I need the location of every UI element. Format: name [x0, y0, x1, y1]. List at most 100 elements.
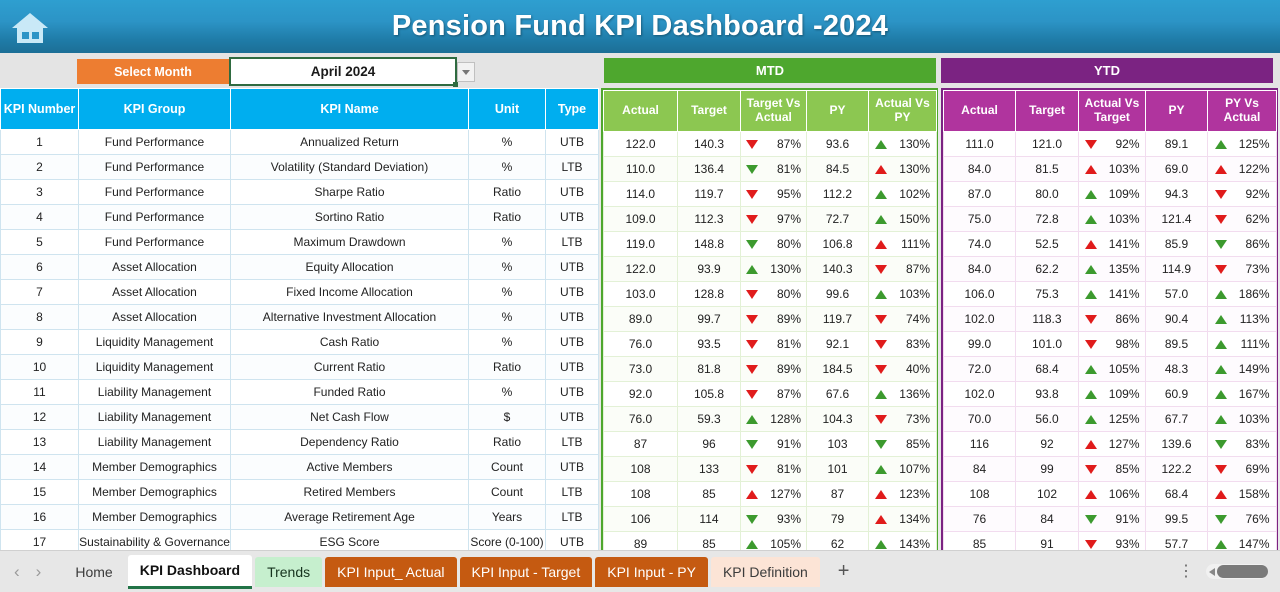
- cell-mtd-actual[interactable]: 87: [603, 431, 678, 457]
- cell-kpi-number[interactable]: 5: [0, 229, 79, 255]
- cell-mtd-actual-vs-py[interactable]: 136%: [868, 381, 937, 407]
- col-kpi-number[interactable]: KPI Number: [0, 88, 79, 130]
- cell-ytd-py-vs-actual[interactable]: 76%: [1207, 506, 1277, 532]
- cell-mtd-py[interactable]: 93.6: [806, 131, 869, 157]
- col-mtd-target-vs-actual[interactable]: Target Vs Actual: [740, 90, 807, 132]
- col-mtd-actual[interactable]: Actual: [603, 90, 678, 132]
- cell-kpi-number[interactable]: 16: [0, 504, 79, 530]
- cell-ytd-actual[interactable]: 84.0: [943, 156, 1016, 182]
- cell-unit[interactable]: %: [468, 329, 546, 355]
- col-ytd-py[interactable]: PY: [1145, 90, 1208, 132]
- cell-kpi-name[interactable]: Funded Ratio: [230, 379, 469, 405]
- cell-mtd-py[interactable]: 140.3: [806, 256, 869, 282]
- cell-ytd-actual[interactable]: 74.0: [943, 231, 1016, 257]
- cell-ytd-py[interactable]: 99.5: [1145, 506, 1208, 532]
- cell-ytd-py-vs-actual[interactable]: 167%: [1207, 381, 1277, 407]
- col-ytd-actual[interactable]: Actual: [943, 90, 1016, 132]
- cell-kpi-name[interactable]: Volatility (Standard Deviation): [230, 154, 469, 180]
- cell-ytd-py-vs-actual[interactable]: 122%: [1207, 156, 1277, 182]
- cell-unit[interactable]: Years: [468, 504, 546, 530]
- cell-ytd-actual[interactable]: 108: [943, 481, 1016, 507]
- cell-ytd-target[interactable]: 121.0: [1015, 131, 1079, 157]
- cell-kpi-number[interactable]: 6: [0, 254, 79, 280]
- cell-ytd-py[interactable]: 89.5: [1145, 331, 1208, 357]
- cell-mtd-target[interactable]: 114: [677, 506, 741, 532]
- cell-ytd-target[interactable]: 101.0: [1015, 331, 1079, 357]
- cell-mtd-target-vs-actual[interactable]: 130%: [740, 256, 807, 282]
- cell-kpi-group[interactable]: Fund Performance: [78, 229, 231, 255]
- cell-mtd-py[interactable]: 112.2: [806, 181, 869, 207]
- cell-unit[interactable]: $: [468, 404, 546, 430]
- cell-ytd-py[interactable]: 60.9: [1145, 381, 1208, 407]
- cell-mtd-target[interactable]: 59.3: [677, 406, 741, 432]
- cell-ytd-actual[interactable]: 84: [943, 456, 1016, 482]
- cell-mtd-target-vs-actual[interactable]: 81%: [740, 156, 807, 182]
- cell-ytd-actual-vs-target[interactable]: 92%: [1078, 131, 1146, 157]
- cell-kpi-number[interactable]: 1: [0, 129, 79, 155]
- cell-ytd-target[interactable]: 80.0: [1015, 181, 1079, 207]
- cell-type[interactable]: LTB: [545, 504, 599, 530]
- cell-kpi-number[interactable]: 7: [0, 279, 79, 305]
- cell-ytd-actual-vs-target[interactable]: 85%: [1078, 456, 1146, 482]
- cell-mtd-target-vs-actual[interactable]: 80%: [740, 231, 807, 257]
- cell-type[interactable]: LTB: [545, 429, 599, 455]
- cell-mtd-actual-vs-py[interactable]: 130%: [868, 131, 937, 157]
- horizontal-scrollbar[interactable]: [1206, 564, 1268, 579]
- cell-mtd-actual-vs-py[interactable]: 134%: [868, 506, 937, 532]
- cell-kpi-name[interactable]: Sharpe Ratio: [230, 179, 469, 205]
- cell-mtd-target-vs-actual[interactable]: 87%: [740, 381, 807, 407]
- cell-kpi-number[interactable]: 15: [0, 479, 79, 505]
- cell-mtd-target[interactable]: 148.8: [677, 231, 741, 257]
- cell-mtd-actual-vs-py[interactable]: 87%: [868, 256, 937, 282]
- col-mtd-py[interactable]: PY: [806, 90, 869, 132]
- cell-mtd-actual[interactable]: 89.0: [603, 306, 678, 332]
- cell-mtd-actual-vs-py[interactable]: 85%: [868, 431, 937, 457]
- cell-ytd-py-vs-actual[interactable]: 186%: [1207, 281, 1277, 307]
- cell-mtd-py[interactable]: 72.7: [806, 206, 869, 232]
- cell-ytd-target[interactable]: 75.3: [1015, 281, 1079, 307]
- cell-ytd-py[interactable]: 85.9: [1145, 231, 1208, 257]
- cell-mtd-target[interactable]: 112.3: [677, 206, 741, 232]
- cell-mtd-target-vs-actual[interactable]: 97%: [740, 206, 807, 232]
- cell-mtd-actual[interactable]: 122.0: [603, 131, 678, 157]
- cell-mtd-actual[interactable]: 103.0: [603, 281, 678, 307]
- col-ytd-target[interactable]: Target: [1015, 90, 1079, 132]
- cell-mtd-target-vs-actual[interactable]: 128%: [740, 406, 807, 432]
- cell-type[interactable]: UTB: [545, 279, 599, 305]
- cell-ytd-target[interactable]: 72.8: [1015, 206, 1079, 232]
- cell-mtd-actual[interactable]: 76.0: [603, 406, 678, 432]
- cell-ytd-py[interactable]: 57.0: [1145, 281, 1208, 307]
- cell-mtd-actual[interactable]: 110.0: [603, 156, 678, 182]
- cell-kpi-group[interactable]: Asset Allocation: [78, 279, 231, 305]
- cell-type[interactable]: UTB: [545, 179, 599, 205]
- cell-mtd-actual-vs-py[interactable]: 123%: [868, 481, 937, 507]
- cell-ytd-py[interactable]: 139.6: [1145, 431, 1208, 457]
- cell-type[interactable]: UTB: [545, 204, 599, 230]
- cell-ytd-target[interactable]: 102: [1015, 481, 1079, 507]
- cell-kpi-number[interactable]: 3: [0, 179, 79, 205]
- cell-kpi-name[interactable]: Current Ratio: [230, 354, 469, 380]
- cell-kpi-name[interactable]: Average Retirement Age: [230, 504, 469, 530]
- chevron-right-icon[interactable]: ›: [36, 562, 42, 582]
- cell-type[interactable]: UTB: [545, 404, 599, 430]
- cell-ytd-actual[interactable]: 76: [943, 506, 1016, 532]
- cell-ytd-actual[interactable]: 84.0: [943, 256, 1016, 282]
- cell-type[interactable]: LTB: [545, 229, 599, 255]
- cell-mtd-py[interactable]: 101: [806, 456, 869, 482]
- cell-mtd-target-vs-actual[interactable]: 89%: [740, 356, 807, 382]
- cell-kpi-group[interactable]: Liability Management: [78, 379, 231, 405]
- cell-mtd-target[interactable]: 99.7: [677, 306, 741, 332]
- cell-ytd-target[interactable]: 81.5: [1015, 156, 1079, 182]
- col-unit[interactable]: Unit: [468, 88, 546, 130]
- add-sheet-button[interactable]: +: [838, 560, 850, 583]
- cell-ytd-actual[interactable]: 102.0: [943, 306, 1016, 332]
- cell-ytd-py[interactable]: 89.1: [1145, 131, 1208, 157]
- cell-kpi-number[interactable]: 4: [0, 204, 79, 230]
- cell-mtd-py[interactable]: 67.6: [806, 381, 869, 407]
- cell-mtd-py[interactable]: 92.1: [806, 331, 869, 357]
- cell-ytd-actual[interactable]: 102.0: [943, 381, 1016, 407]
- cell-kpi-number[interactable]: 8: [0, 304, 79, 330]
- cell-ytd-py-vs-actual[interactable]: 73%: [1207, 256, 1277, 282]
- cell-mtd-target-vs-actual[interactable]: 81%: [740, 331, 807, 357]
- cell-mtd-actual[interactable]: 108: [603, 456, 678, 482]
